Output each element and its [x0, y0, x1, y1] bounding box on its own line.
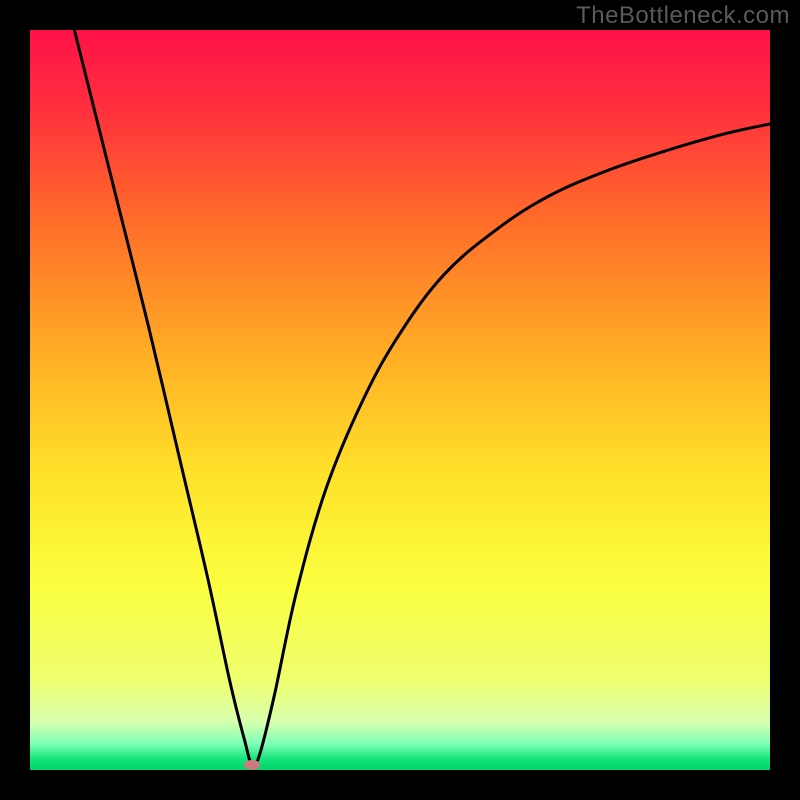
- chart-frame: TheBottleneck.com: [0, 0, 800, 800]
- plot-area: [30, 30, 770, 770]
- minimum-marker: [244, 760, 260, 770]
- bottleneck-curve: [74, 30, 770, 766]
- watermark-text: TheBottleneck.com: [576, 2, 790, 30]
- curve-layer: [30, 30, 770, 770]
